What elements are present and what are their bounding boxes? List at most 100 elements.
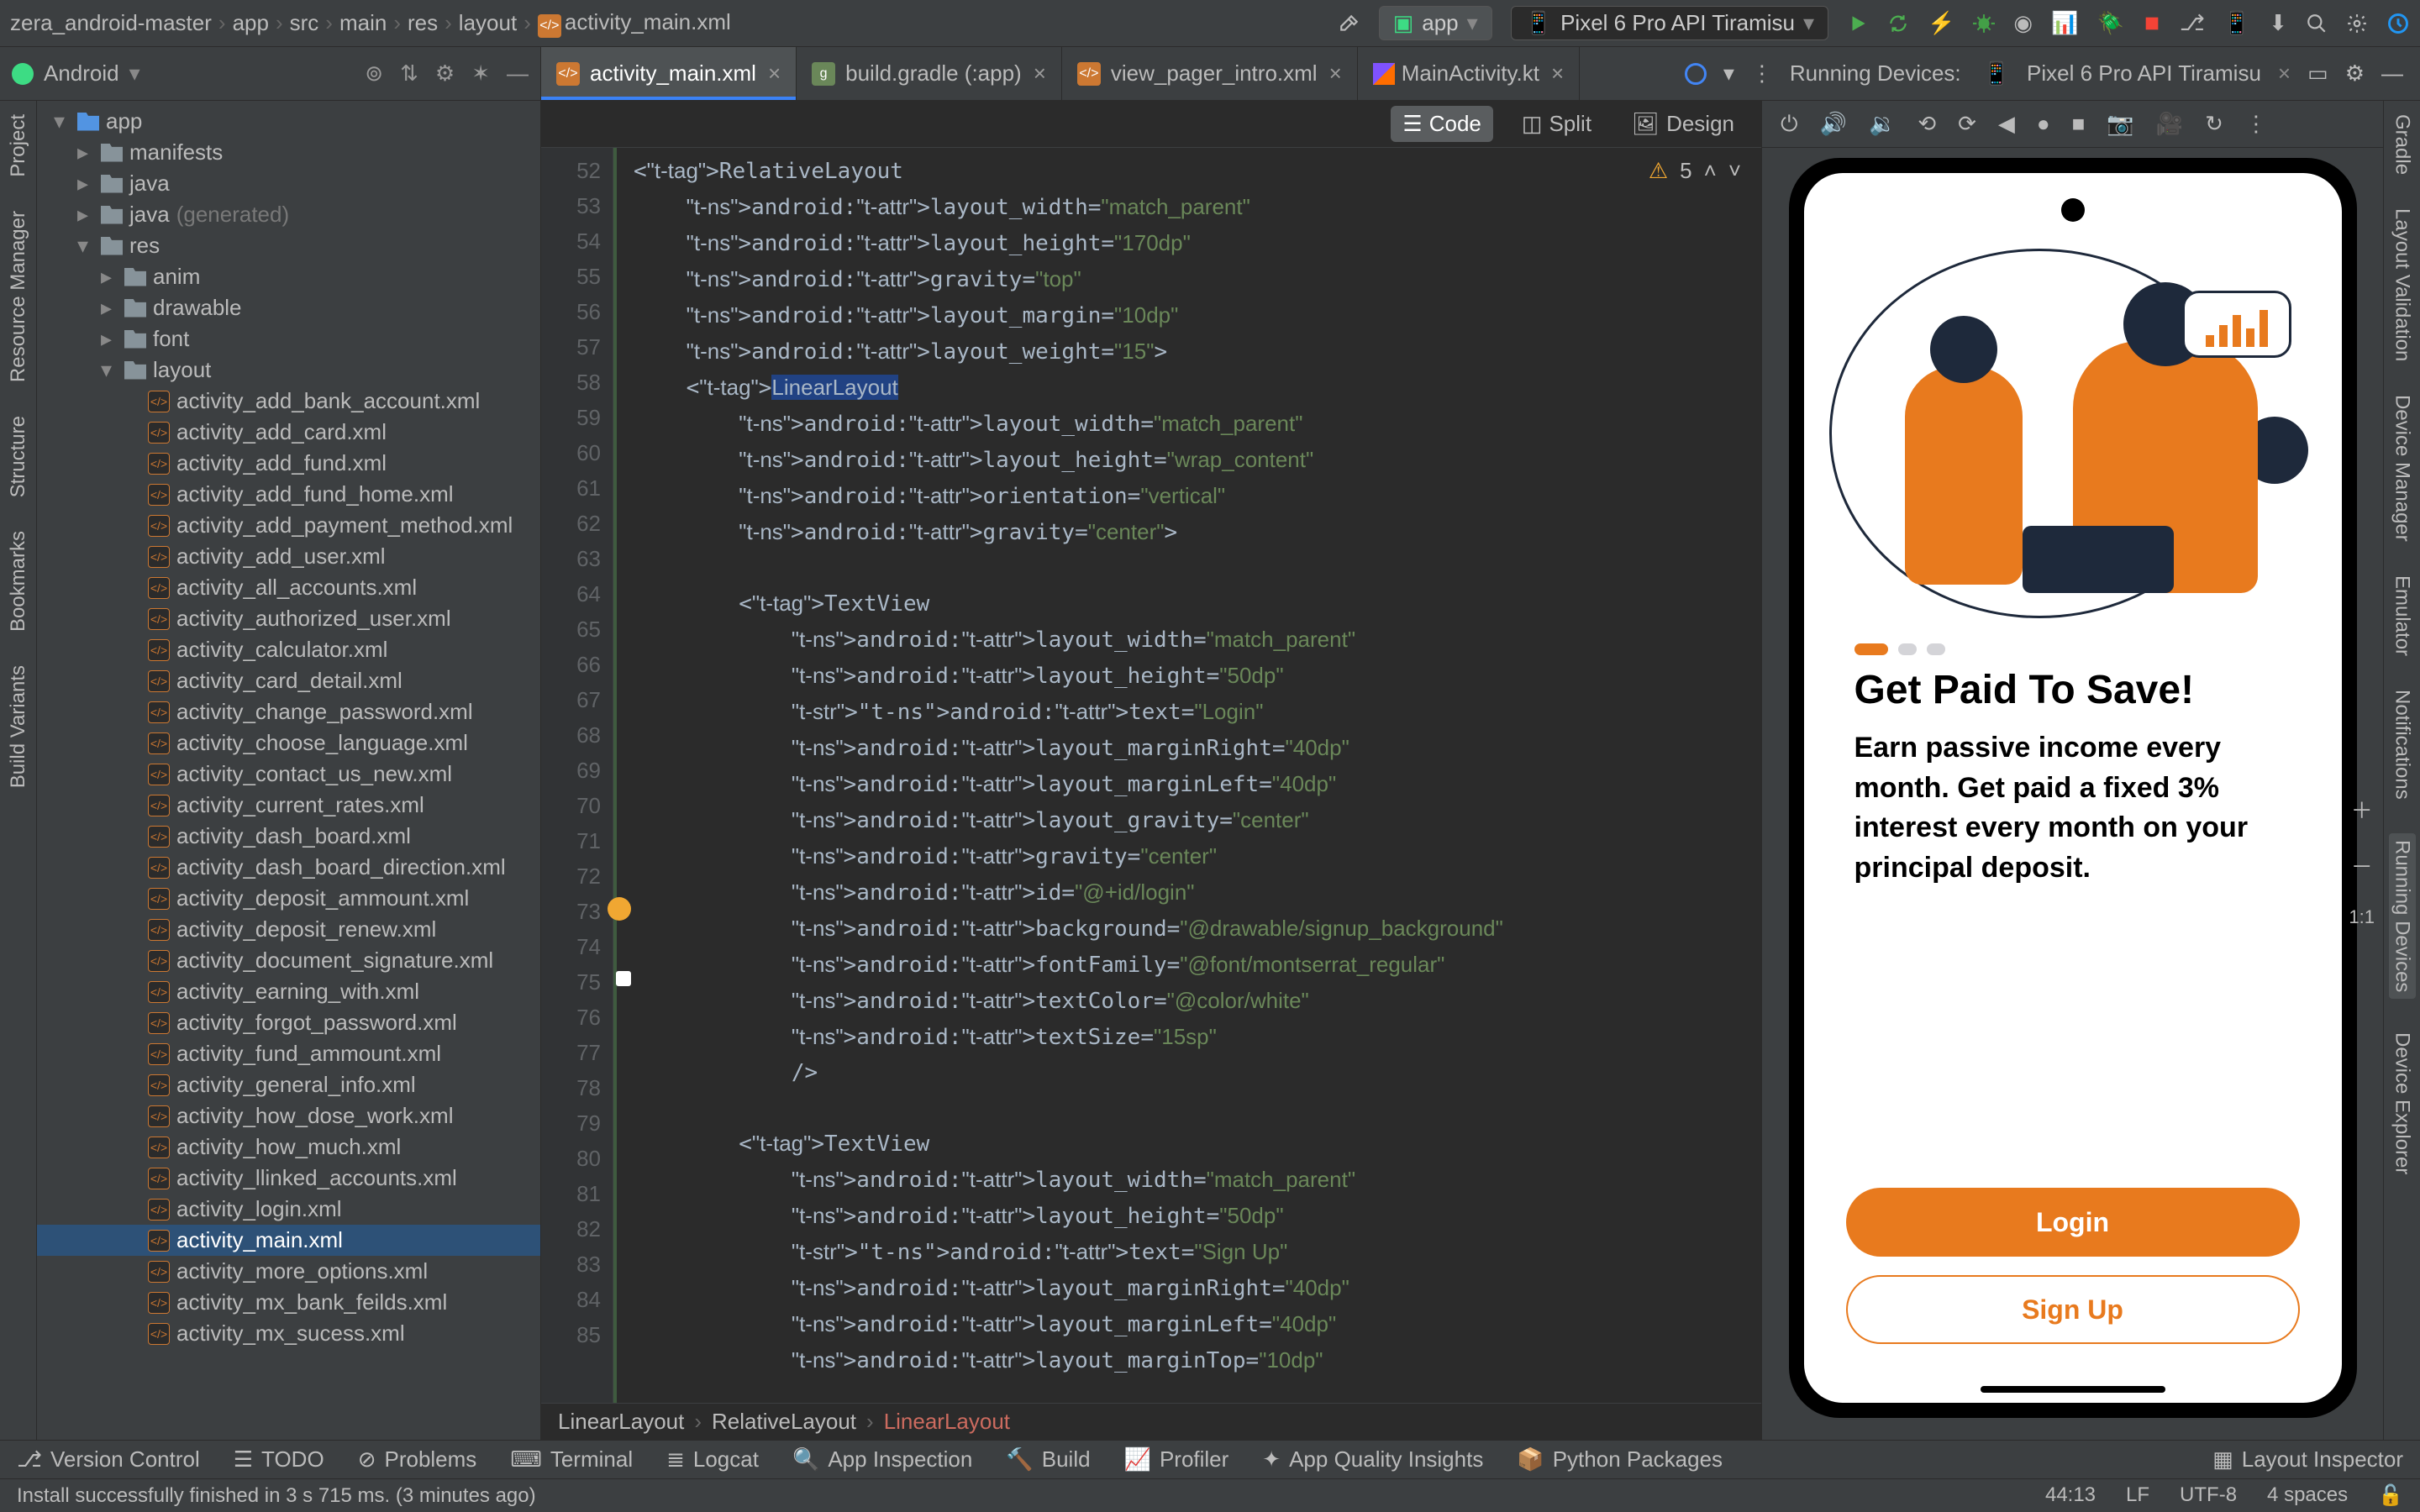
side-resource-manager[interactable]: Resource Manager: [7, 211, 30, 382]
breadcrumb-item[interactable]: main: [339, 10, 387, 36]
overview-icon[interactable]: ■: [2072, 111, 2086, 137]
avd-manager-icon[interactable]: 📱: [2223, 10, 2250, 36]
tree-row[interactable]: </> activity_all_accounts.xml: [37, 572, 540, 603]
side-emulator[interactable]: Emulator: [2391, 575, 2414, 656]
line-separator[interactable]: LF: [2126, 1483, 2149, 1508]
inspection-widget[interactable]: ⚠ 5 ˄ ˅: [1649, 158, 1741, 184]
tree-row[interactable]: </> activity_main.xml: [37, 1225, 540, 1256]
attach-debugger-icon[interactable]: 🪲: [2096, 10, 2123, 36]
close-icon[interactable]: ×: [1551, 60, 1564, 87]
coverage-icon[interactable]: ◉: [2013, 10, 2033, 36]
sort-icon[interactable]: ⇅: [400, 60, 418, 87]
running-device-name[interactable]: Pixel 6 Pro API Tiramisu: [2027, 60, 2261, 87]
side-structure[interactable]: Structure: [7, 416, 30, 497]
breadcrumb-item[interactable]: layout: [459, 10, 517, 36]
view-design-button[interactable]: 🖼 Design: [1620, 106, 1746, 142]
power-icon[interactable]: ⏻: [1781, 111, 1798, 138]
side-build-variants[interactable]: Build Variants: [7, 665, 30, 788]
tree-row[interactable]: </> activity_choose_language.xml: [37, 727, 540, 759]
breakpoint-icon[interactable]: [608, 897, 631, 921]
tree-row[interactable]: </> activity_add_card.xml: [37, 417, 540, 448]
editor-tab[interactable]: MainActivity.kt×: [1358, 47, 1580, 100]
tool-app-inspection[interactable]: 🔍 App Inspection: [792, 1446, 972, 1473]
page-indicator[interactable]: [1804, 643, 2342, 667]
tool-terminal[interactable]: ⌨ Terminal: [510, 1446, 633, 1473]
tool-app-quality[interactable]: ✦ App Quality Insights: [1262, 1446, 1483, 1473]
breadcrumb-item[interactable]: app: [233, 10, 269, 36]
nav-bar-pill[interactable]: [1981, 1386, 2165, 1393]
tree-row[interactable]: </> activity_dash_board.xml: [37, 821, 540, 852]
breadcrumbs[interactable]: zera_android-master›app›src›main›res›lay…: [10, 9, 731, 38]
close-device-icon[interactable]: ×: [2278, 60, 2291, 87]
tree-row[interactable]: ▾ layout: [37, 354, 540, 386]
volume-up-icon[interactable]: 🔊: [1820, 111, 1847, 137]
caret-position[interactable]: 44:13: [2045, 1483, 2096, 1508]
volume-down-icon[interactable]: 🔉: [1869, 111, 1896, 137]
project-mode[interactable]: Android: [44, 60, 119, 87]
tool-logcat[interactable]: ≣ Logcat: [666, 1446, 759, 1473]
side-device-manager[interactable]: Device Manager: [2391, 395, 2414, 542]
home-icon[interactable]: ●: [2037, 111, 2050, 137]
gear-icon[interactable]: ⚙: [2345, 60, 2365, 87]
indent-setting[interactable]: 4 spaces: [2267, 1483, 2348, 1508]
tree-row[interactable]: </> activity_fund_ammount.xml: [37, 1038, 540, 1069]
tool-python-packages[interactable]: 📦 Python Packages: [1517, 1446, 1723, 1473]
close-icon[interactable]: ×: [768, 60, 781, 87]
tool-layout-inspector[interactable]: ▦ Layout Inspector: [2212, 1446, 2403, 1473]
tree-row[interactable]: ▸ drawable: [37, 292, 540, 323]
breadcrumb-item[interactable]: res: [408, 10, 438, 36]
search-icon[interactable]: [2306, 13, 2328, 34]
tree-row[interactable]: ▸ manifests: [37, 137, 540, 168]
browser-icon[interactable]: [1685, 63, 1707, 85]
breadcrumb-item[interactable]: zera_android-master: [10, 10, 212, 36]
line-gutter[interactable]: 5253545556575859606162636465666768697071…: [541, 148, 613, 1403]
tree-row[interactable]: </> activity_current_rates.xml: [37, 790, 540, 821]
tool-version-control[interactable]: ⎇ Version Control: [17, 1446, 200, 1473]
rotate-right-icon[interactable]: ⟳: [1958, 111, 1976, 137]
bookmark-icon[interactable]: [616, 971, 631, 986]
view-split-button[interactable]: ◫ Split: [1510, 106, 1603, 142]
side-project[interactable]: Project: [7, 114, 30, 177]
tree-row[interactable]: </> activity_how_dose_work.xml: [37, 1100, 540, 1131]
editor-breadcrumb[interactable]: LinearLayout› RelativeLayout› LinearLayo…: [541, 1403, 1761, 1440]
tree-row[interactable]: </> activity_mx_bank_feilds.xml: [37, 1287, 540, 1318]
tree-row[interactable]: </> activity_earning_with.xml: [37, 976, 540, 1007]
next-highlight-icon[interactable]: ˅: [1728, 158, 1741, 184]
readonly-icon[interactable]: 🔓: [2378, 1483, 2403, 1508]
project-tree[interactable]: ▾ app ▸ manifests ▸ java ▸ java (generat…: [37, 101, 541, 1440]
more-icon[interactable]: ⋮: [1751, 60, 1773, 87]
tree-row[interactable]: </> activity_dash_board_direction.xml: [37, 852, 540, 883]
file-encoding[interactable]: UTF-8: [2180, 1483, 2237, 1508]
dropdown-caret-icon[interactable]: ▾: [1723, 60, 1734, 87]
tree-row[interactable]: </> activity_change_password.xml: [37, 696, 540, 727]
tool-build[interactable]: 🔨 Build: [1006, 1446, 1090, 1473]
tool-profiler[interactable]: 📈 Profiler: [1124, 1446, 1229, 1473]
editor-tab[interactable]: gbuild.gradle (:app)×: [797, 47, 1062, 100]
tree-row[interactable]: </> activity_add_payment_method.xml: [37, 510, 540, 541]
tree-row[interactable]: </> activity_more_options.xml: [37, 1256, 540, 1287]
gear-icon[interactable]: ✶: [471, 60, 490, 87]
side-layout-validation[interactable]: Layout Validation: [2391, 208, 2414, 361]
apply-code-changes-icon[interactable]: ⚡: [1928, 10, 1954, 36]
stop-icon[interactable]: [2143, 14, 2161, 33]
tool-problems[interactable]: ⊘ Problems: [358, 1446, 477, 1473]
sync-icon[interactable]: [2386, 12, 2410, 35]
device-selector[interactable]: 📱 Pixel 6 Pro API Tiramisu ▾: [1511, 6, 1828, 40]
prev-highlight-icon[interactable]: ˄: [1704, 158, 1717, 184]
tree-row[interactable]: </> activity_add_fund.xml: [37, 448, 540, 479]
tree-row[interactable]: </> activity_mx_sucess.xml: [37, 1318, 540, 1349]
git-icon[interactable]: ⎇: [2180, 10, 2205, 36]
apply-changes-icon[interactable]: [1887, 13, 1909, 34]
device-frame[interactable]: Get Paid To Save! Earn passive income ev…: [1789, 158, 2357, 1418]
tree-row[interactable]: </> activity_deposit_ammount.xml: [37, 883, 540, 914]
record-icon[interactable]: 🎥: [2156, 111, 2183, 137]
tree-row[interactable]: </> activity_llinked_accounts.xml: [37, 1163, 540, 1194]
settings-icon[interactable]: [2346, 13, 2368, 34]
login-button[interactable]: Login: [1846, 1188, 2300, 1257]
breadcrumb-item[interactable]: </>activity_main.xml: [538, 9, 731, 38]
side-bookmarks[interactable]: Bookmarks: [7, 531, 30, 632]
debug-icon[interactable]: [1973, 13, 1995, 34]
tree-row[interactable]: </> activity_forgot_password.xml: [37, 1007, 540, 1038]
snapshot-icon[interactable]: ↻: [2205, 111, 2223, 137]
side-device-explorer[interactable]: Device Explorer: [2391, 1032, 2414, 1174]
